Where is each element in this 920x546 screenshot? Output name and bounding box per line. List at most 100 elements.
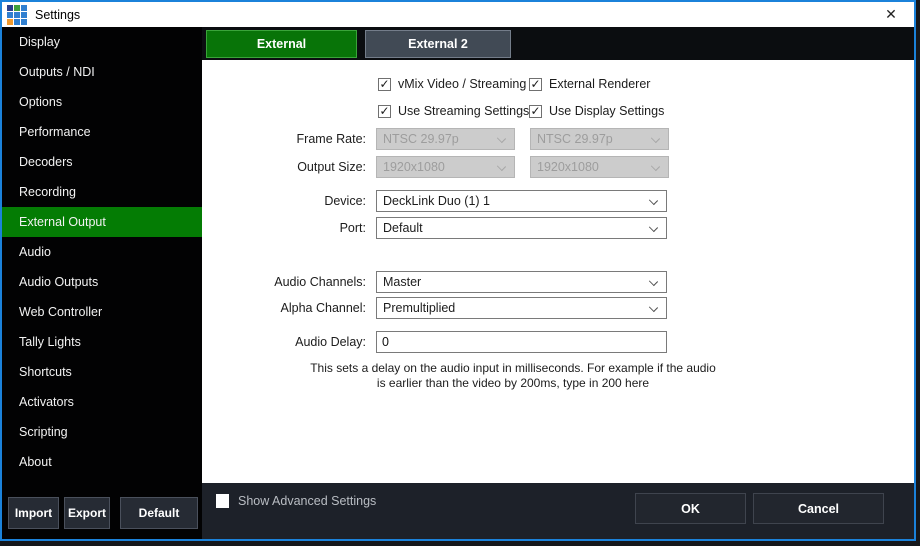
output-size-label: Output Size:: [202, 156, 366, 178]
selected-value: Default: [383, 221, 423, 235]
sidebar-item-label: Shortcuts: [19, 365, 72, 379]
logo-cell: [14, 5, 20, 11]
alpha-channel-label: Alpha Channel:: [202, 297, 366, 319]
sidebar-item-scripting[interactable]: Scripting: [2, 417, 202, 447]
port-label: Port:: [202, 217, 366, 239]
selected-value: Premultiplied: [383, 301, 455, 315]
audio-channels-row: Audio Channels: Master: [202, 271, 914, 293]
selected-value: NTSC 29.97p: [383, 132, 459, 146]
output-size-select-1: 1920x1080: [376, 156, 515, 178]
sidebar-item-label: Outputs / NDI: [19, 65, 95, 79]
sidebar-item-audio[interactable]: Audio: [2, 237, 202, 267]
sidebar-item-external-output[interactable]: External Output: [2, 207, 202, 237]
checkbox-label: Use Display Settings: [549, 104, 664, 118]
export-button[interactable]: Export: [64, 497, 110, 529]
audio-channels-select[interactable]: Master: [376, 271, 667, 293]
sidebar-item-label: Display: [19, 35, 60, 49]
device-select[interactable]: DeckLink Duo (1) 1: [376, 190, 667, 212]
frame-rate-row: Frame Rate: NTSC 29.97p NTSC 29.97p: [202, 128, 914, 150]
tab-external[interactable]: External: [206, 30, 357, 58]
import-button[interactable]: Import: [8, 497, 59, 529]
show-advanced-settings-checkbox[interactable]: Show Advanced Settings: [216, 494, 376, 508]
audio-delay-row: Audio Delay:: [202, 331, 914, 353]
logo-cell: [21, 19, 27, 25]
ok-button[interactable]: OK: [635, 493, 746, 524]
checkbox-checked-icon[interactable]: ✓: [529, 78, 542, 91]
logo-cell: [21, 5, 27, 11]
checkbox-checked-icon[interactable]: ✓: [378, 105, 391, 118]
title-bar: Settings ✕: [2, 2, 914, 27]
sidebar-item-label: Performance: [19, 125, 91, 139]
advanced-settings-label: Show Advanced Settings: [238, 494, 376, 508]
sidebar-item-options[interactable]: Options: [2, 87, 202, 117]
logo-cell: [14, 19, 20, 25]
device-row: Device: DeckLink Duo (1) 1: [202, 190, 914, 212]
selected-value: 1920x1080: [537, 160, 599, 174]
audio-channels-label: Audio Channels:: [202, 271, 366, 293]
port-row: Port: Default: [202, 217, 914, 239]
sidebar-item-recording[interactable]: Recording: [2, 177, 202, 207]
sidebar-item-label: Tally Lights: [19, 335, 81, 349]
sidebar-item-label: Options: [19, 95, 62, 109]
selected-value: 1920x1080: [383, 160, 445, 174]
sidebar-item-label: Recording: [19, 185, 76, 199]
footer-bar: Show Advanced Settings OK Cancel: [202, 483, 914, 539]
sidebar: Display Outputs / NDI Options Performanc…: [2, 27, 202, 539]
chevron-down-icon: [649, 196, 658, 205]
vmix-logo-icon: [7, 5, 27, 25]
sidebar-item-label: Decoders: [19, 155, 73, 169]
sidebar-item-about[interactable]: About: [2, 447, 202, 477]
sidebar-item-label: Audio Outputs: [19, 275, 98, 289]
selected-value: Master: [383, 275, 421, 289]
default-button[interactable]: Default: [120, 497, 198, 529]
sidebar-item-outputs-ndi[interactable]: Outputs / NDI: [2, 57, 202, 87]
external-renderer-checkbox[interactable]: ✓ External Renderer: [529, 77, 650, 91]
audio-delay-help-text: This sets a delay on the audio input in …: [308, 361, 718, 391]
device-label: Device:: [202, 190, 366, 212]
checkbox-checked-icon[interactable]: ✓: [529, 105, 542, 118]
cancel-button[interactable]: Cancel: [753, 493, 884, 524]
settings-form: ✓ vMix Video / Streaming ✓ External Rend…: [202, 60, 914, 483]
chevron-down-icon: [649, 277, 658, 286]
logo-cell: [7, 19, 13, 25]
vmix-video-streaming-checkbox[interactable]: ✓ vMix Video / Streaming: [378, 77, 526, 91]
logo-cell: [14, 12, 20, 18]
selected-value: NTSC 29.97p: [537, 132, 613, 146]
checkbox-checked-icon[interactable]: ✓: [378, 78, 391, 91]
sidebar-item-decoders[interactable]: Decoders: [2, 147, 202, 177]
settings-window: Settings ✕ Display Outputs / NDI Options…: [0, 0, 916, 541]
desktop-background: Settings ✕ Display Outputs / NDI Options…: [0, 0, 920, 546]
selected-value: DeckLink Duo (1) 1: [383, 194, 490, 208]
use-streaming-settings-checkbox[interactable]: ✓ Use Streaming Settings: [378, 104, 529, 118]
tab-external-2[interactable]: External 2: [365, 30, 511, 58]
audio-delay-label: Audio Delay:: [202, 331, 366, 353]
checkbox-unchecked-icon[interactable]: [216, 494, 229, 508]
sidebar-item-activators[interactable]: Activators: [2, 387, 202, 417]
use-display-settings-checkbox[interactable]: ✓ Use Display Settings: [529, 104, 664, 118]
main-panel: External External 2 ✓ vMix Video / Strea…: [202, 27, 914, 539]
window-body: Display Outputs / NDI Options Performanc…: [2, 27, 914, 539]
chevron-down-icon: [497, 162, 506, 171]
sidebar-item-label: Audio: [19, 245, 51, 259]
chevron-down-icon: [651, 162, 660, 171]
sidebar-item-tally-lights[interactable]: Tally Lights: [2, 327, 202, 357]
sidebar-item-web-controller[interactable]: Web Controller: [2, 297, 202, 327]
sidebar-item-label: Web Controller: [19, 305, 102, 319]
logo-cell: [7, 12, 13, 18]
port-select[interactable]: Default: [376, 217, 667, 239]
sidebar-item-label: Activators: [19, 395, 74, 409]
sidebar-item-label: About: [19, 455, 52, 469]
output-size-row: Output Size: 1920x1080 1920x1080: [202, 156, 914, 178]
sidebar-item-label: External Output: [19, 215, 106, 229]
sidebar-item-label: Scripting: [19, 425, 68, 439]
checkbox-label: Use Streaming Settings: [398, 104, 529, 118]
sidebar-item-audio-outputs[interactable]: Audio Outputs: [2, 267, 202, 297]
audio-delay-input[interactable]: [376, 331, 667, 353]
sidebar-item-shortcuts[interactable]: Shortcuts: [2, 357, 202, 387]
sidebar-item-performance[interactable]: Performance: [2, 117, 202, 147]
chevron-down-icon: [649, 223, 658, 232]
sidebar-item-display[interactable]: Display: [2, 27, 202, 57]
checkbox-label: External Renderer: [549, 77, 650, 91]
close-icon[interactable]: ✕: [878, 2, 904, 27]
alpha-channel-select[interactable]: Premultiplied: [376, 297, 667, 319]
